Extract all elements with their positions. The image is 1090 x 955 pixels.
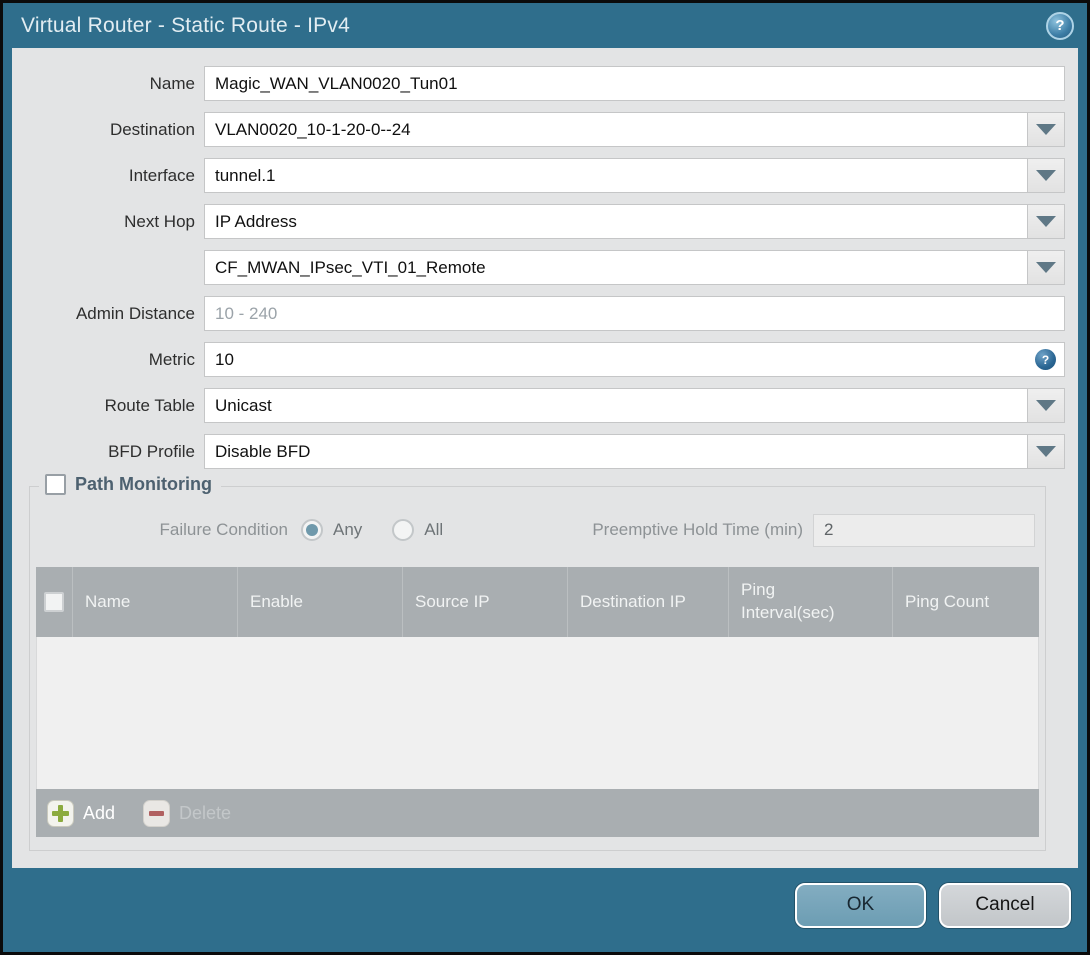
- form-row-next-hop: Next Hop: [12, 204, 1065, 239]
- path-monitoring-legend: Path Monitoring: [39, 474, 221, 495]
- form-row-name: Name: [12, 66, 1065, 101]
- path-monitoring-title: Path Monitoring: [75, 474, 212, 494]
- dialog-titlebar: Virtual Router - Static Route - IPv4 ?: [3, 3, 1087, 48]
- bfd-profile-dropdown-button[interactable]: [1028, 434, 1065, 469]
- next-hop-address-dropdown-button[interactable]: [1028, 250, 1065, 285]
- path-monitoring-table: Name Enable Source IP Destination IP Pin…: [36, 567, 1039, 837]
- interface-dropdown-button[interactable]: [1028, 158, 1065, 193]
- column-header-ping-interval: Ping Interval(sec): [728, 567, 892, 637]
- column-header-enable: Enable: [237, 567, 402, 637]
- static-route-dialog: Virtual Router - Static Route - IPv4 ? N…: [0, 0, 1090, 955]
- form-row-destination: Destination: [12, 112, 1065, 147]
- route-table-dropdown-button[interactable]: [1028, 388, 1065, 423]
- form-row-bfd-profile: BFD Profile: [12, 434, 1065, 469]
- chevron-down-icon: [1036, 400, 1056, 411]
- form-row-admin-distance: Admin Distance: [12, 296, 1065, 331]
- select-all-cell: [36, 567, 72, 637]
- name-input[interactable]: [204, 66, 1065, 101]
- bfd-profile-input[interactable]: [204, 434, 1028, 469]
- admin-distance-label: Admin Distance: [75, 303, 195, 323]
- form-row-next-hop-address: [12, 250, 1065, 285]
- interface-label: Interface: [128, 165, 195, 185]
- metric-input[interactable]: [204, 342, 1065, 377]
- form-row-route-table: Route Table: [12, 388, 1065, 423]
- preemptive-hold-time-label: Preemptive Hold Time (min): [592, 520, 803, 539]
- column-header-source-ip: Source IP: [402, 567, 567, 637]
- cancel-button[interactable]: Cancel: [939, 882, 1071, 928]
- chevron-down-icon: [1036, 216, 1056, 227]
- next-hop-dropdown-button[interactable]: [1028, 204, 1065, 239]
- add-icon: [47, 799, 74, 827]
- next-hop-type-input[interactable]: [204, 204, 1028, 239]
- select-all-checkbox[interactable]: [44, 592, 64, 612]
- failure-condition-radio-any[interactable]: [301, 519, 323, 541]
- path-monitoring-options-row: Failure Condition Any All Preemptive Hol…: [30, 513, 1035, 547]
- destination-input[interactable]: [204, 112, 1028, 147]
- chevron-down-icon: [1036, 124, 1056, 135]
- failure-condition-any-label: Any: [333, 520, 363, 539]
- dialog-body: Name Destination Interface Next Hop: [12, 48, 1078, 868]
- add-button[interactable]: Add: [47, 799, 115, 827]
- next-hop-label: Next Hop: [124, 211, 195, 231]
- chevron-down-icon: [1036, 262, 1056, 273]
- ok-button[interactable]: OK: [795, 882, 926, 928]
- dialog-footer: OK Cancel: [3, 868, 1087, 952]
- help-icon[interactable]: ?: [1046, 11, 1074, 40]
- preemptive-hold-time-input[interactable]: [813, 513, 1035, 547]
- destination-dropdown-button[interactable]: [1028, 112, 1065, 147]
- dialog-title: Virtual Router - Static Route - IPv4: [21, 13, 350, 37]
- next-hop-address-input[interactable]: [204, 250, 1028, 285]
- path-monitoring-table-body: [36, 637, 1039, 789]
- route-table-input[interactable]: [204, 388, 1028, 423]
- path-monitoring-table-header: Name Enable Source IP Destination IP Pin…: [36, 567, 1039, 637]
- route-table-label: Route Table: [104, 395, 195, 415]
- admin-distance-input[interactable]: [204, 296, 1065, 331]
- column-header-name: Name: [72, 567, 237, 637]
- failure-condition-label: Failure Condition: [159, 520, 288, 539]
- chevron-down-icon: [1036, 446, 1056, 457]
- path-monitoring-section: Path Monitoring Failure Condition Any Al…: [29, 474, 1046, 851]
- path-monitoring-table-toolbar: Add Delete: [36, 789, 1039, 837]
- form-row-interface: Interface: [12, 158, 1065, 193]
- delete-button[interactable]: Delete: [143, 799, 231, 827]
- destination-label: Destination: [109, 119, 195, 139]
- column-header-destination-ip: Destination IP: [567, 567, 728, 637]
- metric-label: Metric: [148, 349, 195, 369]
- bfd-profile-label: BFD Profile: [108, 441, 195, 461]
- column-header-ping-count: Ping Count: [892, 567, 1039, 637]
- path-monitoring-checkbox[interactable]: [45, 474, 66, 495]
- form-row-metric: Metric ?: [12, 342, 1065, 377]
- chevron-down-icon: [1036, 170, 1056, 181]
- delete-icon: [143, 799, 171, 827]
- failure-condition-radio-all[interactable]: [392, 519, 415, 541]
- metric-help-icon[interactable]: ?: [1035, 349, 1056, 370]
- interface-input[interactable]: [204, 158, 1028, 193]
- failure-condition-all-label: All: [424, 520, 444, 539]
- name-label: Name: [149, 73, 195, 93]
